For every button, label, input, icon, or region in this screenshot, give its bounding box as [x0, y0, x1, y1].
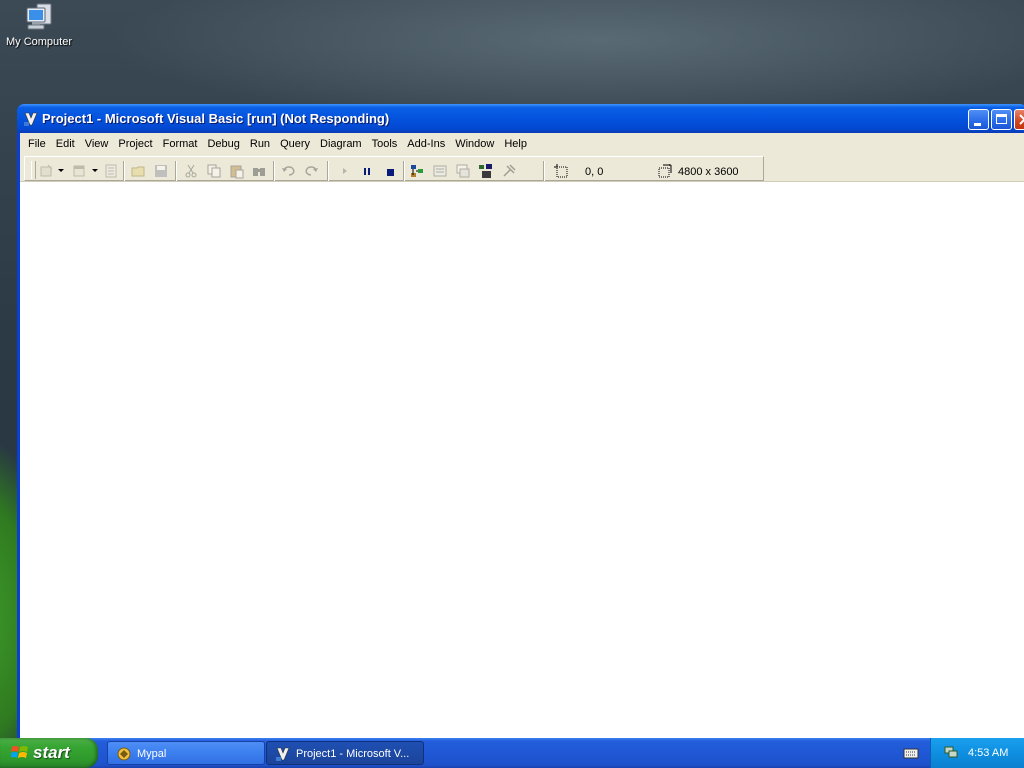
- add-form-dropdown-icon[interactable]: [92, 169, 98, 172]
- find-icon[interactable]: [251, 163, 267, 179]
- add-project-icon[interactable]: [39, 163, 55, 179]
- end-icon[interactable]: [382, 163, 398, 179]
- project-explorer-icon[interactable]: [409, 163, 425, 179]
- toolbar-grip[interactable]: [31, 161, 36, 179]
- menu-help[interactable]: Help: [499, 138, 532, 150]
- clock[interactable]: 4:53 AM: [968, 747, 1008, 759]
- keyboard-icon[interactable]: [903, 746, 919, 760]
- toolbar-separator: [175, 161, 177, 181]
- start-label: start: [33, 743, 70, 762]
- menu-file[interactable]: File: [25, 138, 51, 150]
- menu-debug[interactable]: Debug: [202, 138, 244, 150]
- close-button[interactable]: [1014, 109, 1024, 130]
- taskbar-button-mypal[interactable]: Mypal: [107, 741, 265, 765]
- mypal-icon: [116, 746, 132, 762]
- open-project-icon[interactable]: [131, 163, 147, 179]
- toolbar-separator: [327, 161, 329, 181]
- size-readout: 4800 x 3600: [678, 166, 739, 178]
- menu-tools[interactable]: Tools: [367, 138, 403, 150]
- toolbar-separator: [543, 161, 545, 181]
- undo-icon[interactable]: [281, 163, 297, 179]
- toolbar-separator: [123, 161, 125, 181]
- maximize-icon: [996, 114, 1007, 124]
- visual-basic-icon: [275, 746, 291, 762]
- desktop-icon-label: My Computer: [5, 36, 73, 48]
- menu-diagram[interactable]: Diagram: [315, 138, 367, 150]
- menu-editor-icon[interactable]: [103, 163, 119, 179]
- my-computer-icon: [23, 2, 55, 34]
- visual-basic-icon: [23, 111, 39, 127]
- paste-icon[interactable]: [229, 163, 245, 179]
- menu-project[interactable]: Project: [113, 138, 157, 150]
- menu-window[interactable]: Window: [450, 138, 499, 150]
- start-run-icon[interactable]: [337, 163, 353, 179]
- toolbar-separator: [273, 161, 275, 181]
- taskbar-button-label: Project1 - Microsoft V...: [296, 748, 410, 760]
- network-icon[interactable]: [943, 744, 959, 760]
- desktop-icon-my-computer[interactable]: My Computer: [4, 2, 74, 48]
- add-project-dropdown-icon[interactable]: [58, 169, 64, 172]
- menu-run[interactable]: Run: [245, 138, 275, 150]
- taskbar: start Mypal Project1 - Microsoft V... 4:…: [0, 738, 1024, 768]
- minimize-icon: [974, 123, 981, 126]
- maximize-button[interactable]: [991, 109, 1012, 130]
- windows-logo-icon: [10, 745, 29, 761]
- menu-bar: File Edit View Project Format Debug Run …: [20, 133, 1024, 155]
- copy-icon[interactable]: [206, 163, 222, 179]
- close-icon: [1019, 114, 1024, 125]
- save-project-icon[interactable]: [153, 163, 169, 179]
- taskbar-button-project1[interactable]: Project1 - Microsoft V...: [266, 741, 424, 765]
- window-title: Project1 - Microsoft Visual Basic [run] …: [42, 111, 390, 126]
- menu-edit[interactable]: Edit: [51, 138, 80, 150]
- system-tray: 4:53 AM: [930, 738, 1024, 768]
- menu-format[interactable]: Format: [158, 138, 203, 150]
- standard-toolbar: 0, 0 4800 x 3600: [20, 155, 1024, 182]
- break-icon[interactable]: [359, 163, 375, 179]
- object-browser-icon[interactable]: [478, 163, 494, 179]
- menu-add-ins[interactable]: Add-Ins: [402, 138, 450, 150]
- taskbar-button-label: Mypal: [137, 748, 167, 760]
- vb-main-window: Project1 - Microsoft Visual Basic [run] …: [17, 104, 1024, 740]
- cut-icon[interactable]: [183, 163, 199, 179]
- position-icon: [553, 163, 569, 179]
- toolbar-band: 0, 0 4800 x 3600: [24, 156, 764, 181]
- add-form-icon[interactable]: [71, 163, 87, 179]
- start-button[interactable]: start: [0, 738, 98, 768]
- toolbox-icon[interactable]: [501, 163, 517, 179]
- menu-query[interactable]: Query: [275, 138, 315, 150]
- toolbar-separator: [403, 161, 405, 181]
- window-client: File Edit View Project Format Debug Run …: [20, 133, 1024, 740]
- menu-view[interactable]: View: [80, 138, 114, 150]
- title-bar[interactable]: Project1 - Microsoft Visual Basic [run] …: [17, 104, 1024, 133]
- properties-window-icon[interactable]: [432, 163, 448, 179]
- redo-icon[interactable]: [303, 163, 319, 179]
- form-layout-icon[interactable]: [455, 163, 471, 179]
- position-readout: 0, 0: [585, 166, 604, 178]
- size-icon: [657, 163, 673, 179]
- minimize-button[interactable]: [968, 109, 989, 130]
